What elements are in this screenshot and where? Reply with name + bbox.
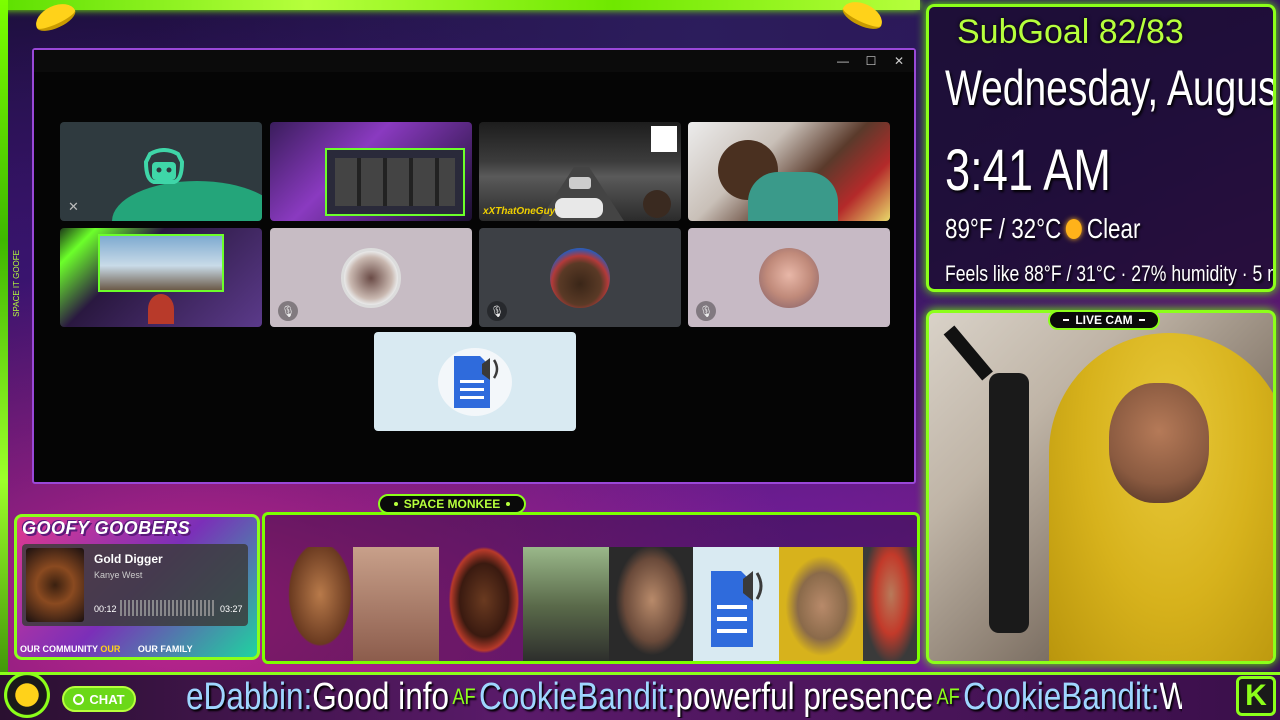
audio-document-icon <box>711 571 763 647</box>
subgoal-counter: SubGoal 82/83 <box>957 13 1184 51</box>
participant-tile-avatar-1[interactable]: 🎙 <box>270 228 472 327</box>
chat-message: What's good? <box>1159 676 1182 718</box>
sun-icon <box>1066 219 1083 239</box>
community-tagline: OUR COMMUNITY OUR OUR FAMILY <box>20 644 193 654</box>
close-button[interactable]: ✕ <box>892 54 906 68</box>
microphone <box>989 373 1029 633</box>
chat-username: CookieBandit: <box>963 676 1160 718</box>
date-text: Wednesday, August 2 <box>945 60 1276 116</box>
avatar <box>759 248 819 308</box>
space-monkee-badge: SPACE MONKEE <box>378 494 526 514</box>
streamer-face <box>1109 383 1209 503</box>
participant-tile-avatar-3[interactable]: 🎙 <box>688 228 890 327</box>
participant-tile-discord[interactable]: ✕ <box>60 122 262 221</box>
mic-muted-icon: 🎙 <box>278 301 298 321</box>
avatar <box>550 248 610 308</box>
streamer-avatar <box>148 294 174 324</box>
live-cam-label: LIVE CAM <box>1075 313 1133 327</box>
chat-username: eDabbin: <box>186 676 313 718</box>
community-avatar <box>863 547 917 661</box>
chat-button-label: CHAT <box>89 691 125 707</box>
space-monkee-label: SPACE MONKEE <box>403 497 501 511</box>
participant-tile-stream-2[interactable] <box>60 228 262 327</box>
side-label: SPACE IT GOOFE <box>12 250 21 317</box>
song-title: Gold Digger <box>94 552 163 566</box>
ticker-separator-icon: AF <box>452 684 476 709</box>
feels-like-text: Feels like 88°F / 31°C · 27% humidity · … <box>945 261 1273 286</box>
chat-button[interactable]: CHAT <box>62 686 136 712</box>
mic-arm <box>943 325 993 381</box>
participant-tile-stream-1[interactable] <box>270 122 472 221</box>
participant-body <box>748 172 838 221</box>
tagline-part: OUR FAMILY <box>137 644 193 654</box>
time-text: 3:41 AM <box>945 138 1111 203</box>
mic-muted-icon: 🎙 <box>487 301 507 321</box>
badge-dot <box>506 502 511 506</box>
live-cam-feed <box>926 310 1276 664</box>
tagline-part: OUR <box>100 644 121 654</box>
audio-document-icon <box>454 356 499 408</box>
participant-tile-avatar-2[interactable]: 🎙 <box>479 228 681 327</box>
weather-condition: Clear <box>1086 213 1141 244</box>
game-overlay-text: xXThatOneGuy <box>483 206 556 217</box>
window-titlebar: — ☐ ✕ <box>34 50 914 72</box>
maximize-button[interactable]: ☐ <box>864 54 878 68</box>
slime-border-top <box>0 0 920 10</box>
community-avatar <box>441 547 527 661</box>
minimize-button[interactable]: — <box>836 54 850 68</box>
tile-decoration <box>112 181 262 221</box>
mic-muted-icon: 🎙 <box>696 301 716 321</box>
community-avatar-strip <box>262 512 920 664</box>
ticker-separator-icon: AF <box>936 684 960 709</box>
chat-username: CookieBandit: <box>479 676 676 718</box>
community-avatar <box>523 547 609 661</box>
community-avatar <box>779 547 865 661</box>
participant-tile-game[interactable]: xXThatOneGuy <box>479 122 681 221</box>
badge-dash <box>1138 319 1145 321</box>
chat-bubble-icon <box>73 693 85 705</box>
kick-logo-icon: K <box>1236 676 1276 716</box>
participant-tile-audio-doc[interactable] <box>374 332 576 431</box>
live-cam-badge: LIVE CAM <box>1048 310 1160 330</box>
elapsed-time: 00:12 <box>94 604 117 614</box>
badge-dot <box>393 502 398 506</box>
discord-icon <box>143 148 185 184</box>
stream-preview <box>98 234 224 292</box>
meeting-window: — ☐ ✕ ✕ xXThatOneGuy 🎙 🎙 🎙 <box>32 48 916 484</box>
video-off-icon: ✕ <box>68 199 79 214</box>
total-time: 03:27 <box>220 604 243 614</box>
community-avatar <box>693 547 779 661</box>
waveform-progress <box>120 600 214 616</box>
chat-message: Good info <box>312 676 450 718</box>
chat-ticker: eDabbin: Good info AF CookieBandit: powe… <box>186 676 1182 718</box>
community-avatar <box>353 547 439 661</box>
tagline-part: OUR COMMUNITY <box>20 644 98 654</box>
music-header: GOOFY GOOBERS <box>22 518 191 538</box>
banana-logo-icon <box>4 672 50 718</box>
chat-message: powerful presence <box>675 676 934 718</box>
slime-border-left <box>0 0 8 720</box>
community-avatar <box>609 547 695 661</box>
temperature-text: 89°F / 32°C <box>945 213 1062 244</box>
clock-weather-panel: SubGoal 82/83 Wednesday, August 2 3:41 A… <box>926 4 1276 292</box>
music-player: Gold Digger Kanye West 00:12 03:27 <box>22 544 248 626</box>
participant-tile-webcam[interactable] <box>688 122 890 221</box>
stream-preview <box>325 148 465 216</box>
weather-row: 89°F / 32°C Clear <box>945 213 1140 245</box>
song-artist: Kanye West <box>94 570 143 580</box>
community-avatar <box>277 547 363 661</box>
avatar <box>341 248 401 308</box>
album-art <box>26 548 84 622</box>
badge-dash <box>1063 319 1070 321</box>
